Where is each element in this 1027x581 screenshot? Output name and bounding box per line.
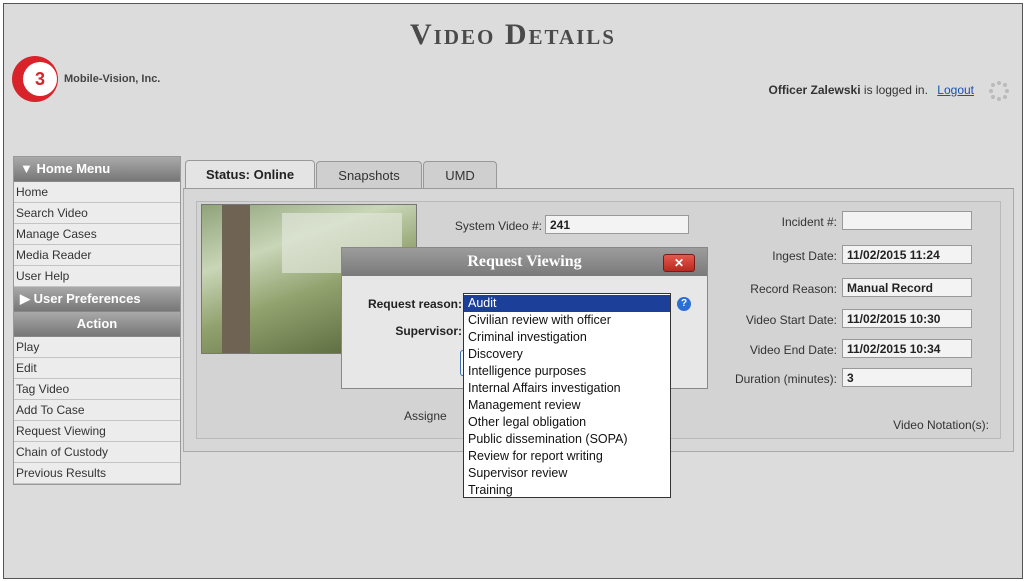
page-header: Video Details 3 Mobile-Vision, Inc. Offi… bbox=[4, 4, 1022, 154]
sidebar-item-user-help[interactable]: User Help bbox=[14, 266, 180, 287]
help-icon[interactable]: ? bbox=[677, 297, 691, 311]
sidebar-item-media-reader[interactable]: Media Reader bbox=[14, 245, 180, 266]
dropdown-option[interactable]: Internal Affairs investigation bbox=[464, 380, 670, 397]
logout-link[interactable]: Logout bbox=[937, 83, 974, 97]
incident-field[interactable] bbox=[842, 211, 972, 230]
action-item-play[interactable]: Play bbox=[14, 337, 180, 358]
user-preferences-header[interactable]: ▶ User Preferences bbox=[14, 287, 180, 312]
dropdown-option[interactable]: Intelligence purposes bbox=[464, 363, 670, 380]
supervisor-label: Supervisor: bbox=[395, 324, 462, 338]
video-notation-label: Video Notation(s): bbox=[893, 418, 989, 432]
record-reason-field: Manual Record bbox=[842, 278, 972, 297]
duration-field: 3 bbox=[842, 368, 972, 387]
dropdown-option[interactable]: Management review bbox=[464, 397, 670, 414]
login-user: Officer Zalewski bbox=[768, 83, 861, 97]
assigned-label: Assigne bbox=[404, 409, 447, 423]
dropdown-option[interactable]: Other legal obligation bbox=[464, 414, 670, 431]
ingest-date-field: 11/02/2015 11:24 bbox=[842, 245, 972, 264]
dropdown-option[interactable]: Public dissemination (SOPA) bbox=[464, 431, 670, 448]
video-end-field: 11/02/2015 10:34 bbox=[842, 339, 972, 358]
request-reason-dropdown-list[interactable]: Audit Civilian review with officer Crimi… bbox=[463, 293, 671, 498]
action-item-previous-results[interactable]: Previous Results bbox=[14, 463, 180, 484]
action-item-add-to-case[interactable]: Add To Case bbox=[14, 400, 180, 421]
action-item-edit[interactable]: Edit bbox=[14, 358, 180, 379]
l3-logo: 3 bbox=[12, 56, 58, 102]
video-start-field: 11/02/2015 10:30 bbox=[842, 309, 972, 328]
system-video-field: 241 bbox=[545, 215, 689, 234]
sidebar: ▼ Home Menu Home Search Video Manage Cas… bbox=[13, 156, 181, 485]
loading-spinner-icon bbox=[989, 81, 1009, 101]
action-item-tag-video[interactable]: Tag Video bbox=[14, 379, 180, 400]
sidebar-item-manage-cases[interactable]: Manage Cases bbox=[14, 224, 180, 245]
app-frame: Video Details 3 Mobile-Vision, Inc. Offi… bbox=[3, 3, 1023, 579]
dialog-title: Request Viewing bbox=[342, 248, 707, 276]
system-video-label: System Video #: bbox=[454, 219, 542, 233]
dropdown-option[interactable]: Review for report writing bbox=[464, 448, 670, 465]
video-start-label: Video Start Date: bbox=[745, 313, 837, 327]
request-reason-label: Request reason: bbox=[367, 297, 462, 311]
action-item-chain-of-custody[interactable]: Chain of Custody bbox=[14, 442, 180, 463]
duration-label: Duration (minutes): bbox=[734, 372, 837, 386]
action-header: Action bbox=[14, 312, 180, 337]
incident-label: Incident #: bbox=[781, 215, 837, 229]
dropdown-option[interactable]: Training bbox=[464, 482, 670, 499]
dropdown-option[interactable]: Discovery bbox=[464, 346, 670, 363]
dropdown-option-audit[interactable]: Audit bbox=[464, 295, 670, 312]
dropdown-option[interactable]: Civilian review with officer bbox=[464, 312, 670, 329]
dropdown-option[interactable]: Criminal investigation bbox=[464, 329, 670, 346]
page-title: Video Details bbox=[410, 18, 616, 51]
sidebar-item-search-video[interactable]: Search Video bbox=[14, 203, 180, 224]
l3-logo-mark: 3 bbox=[23, 62, 57, 96]
home-menu-header[interactable]: ▼ Home Menu bbox=[14, 157, 180, 182]
login-status: Officer Zalewski is logged in. Logout bbox=[769, 83, 974, 97]
ingest-date-label: Ingest Date: bbox=[772, 249, 837, 263]
dropdown-option[interactable]: Supervisor review bbox=[464, 465, 670, 482]
tab-umd[interactable]: UMD bbox=[423, 161, 497, 190]
login-suffix: is logged in. bbox=[860, 83, 928, 97]
tab-status-online[interactable]: Status: Online bbox=[185, 160, 315, 191]
action-item-request-viewing[interactable]: Request Viewing bbox=[14, 421, 180, 442]
record-reason-label: Record Reason: bbox=[750, 282, 837, 296]
logo-text: Mobile-Vision, Inc. bbox=[64, 73, 161, 85]
tab-snapshots[interactable]: Snapshots bbox=[316, 161, 422, 190]
sidebar-item-home[interactable]: Home bbox=[14, 182, 180, 203]
close-icon[interactable]: ✕ bbox=[663, 254, 695, 272]
video-end-label: Video End Date: bbox=[749, 343, 837, 357]
thumbnail-pole bbox=[222, 205, 250, 353]
